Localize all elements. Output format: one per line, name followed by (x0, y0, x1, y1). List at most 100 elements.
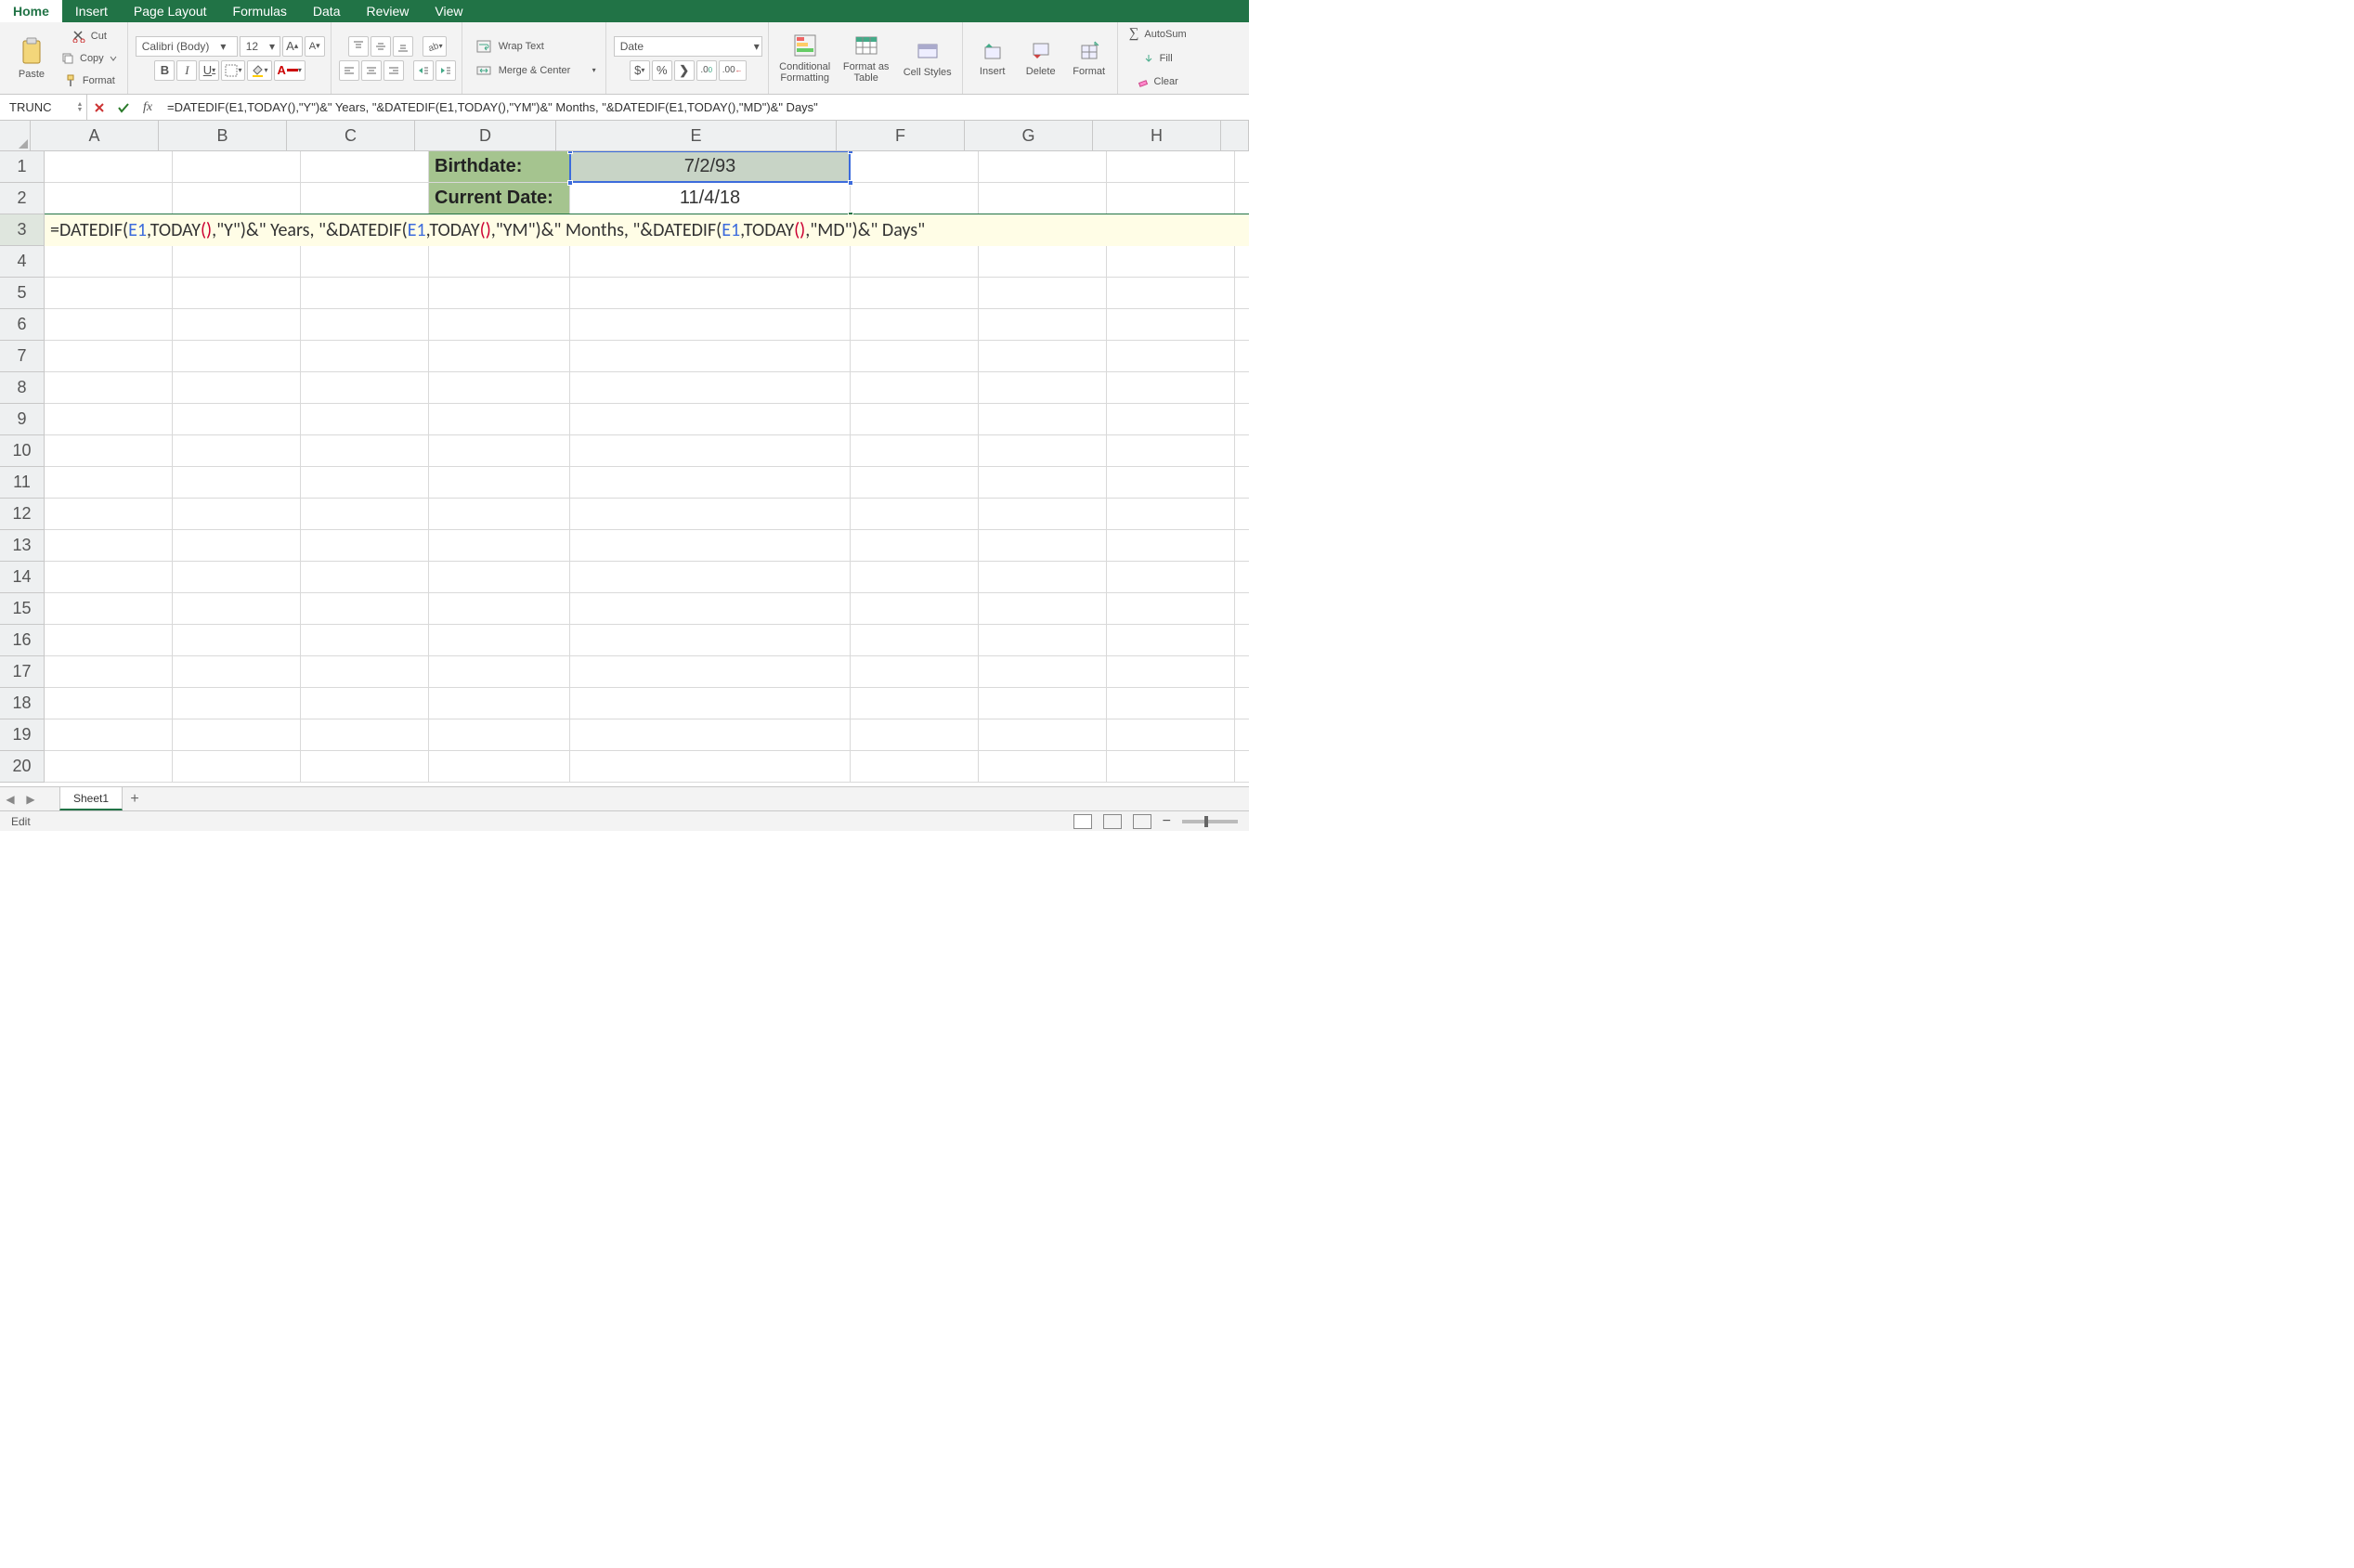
cell-I11[interactable] (1235, 467, 1249, 499)
cell-F1[interactable] (851, 151, 979, 183)
cell-F7[interactable] (851, 341, 979, 372)
cell-G4[interactable] (979, 246, 1107, 278)
cell-C12[interactable] (301, 499, 429, 530)
cell-C9[interactable] (301, 404, 429, 435)
cell-G16[interactable] (979, 625, 1107, 656)
cell-C2[interactable] (301, 183, 429, 214)
formula-input[interactable]: =DATEDIF(E1,TODAY(),"Y")&" Years, "&DATE… (160, 95, 1249, 120)
cell-B6[interactable] (173, 309, 301, 341)
cell-D1[interactable]: Birthdate: (429, 151, 570, 183)
cell-D19[interactable] (429, 719, 570, 751)
sheet-tab[interactable]: Sheet1 (59, 787, 123, 810)
cell-F19[interactable] (851, 719, 979, 751)
cell-E4[interactable] (570, 246, 851, 278)
row-header-1[interactable]: 1 (0, 151, 45, 183)
borders-button[interactable]: ▾ (221, 60, 245, 81)
cell-C13[interactable] (301, 530, 429, 562)
tab-home[interactable]: Home (0, 0, 62, 22)
cell-B11[interactable] (173, 467, 301, 499)
cell-G19[interactable] (979, 719, 1107, 751)
cell-E17[interactable] (570, 656, 851, 688)
cell-B2[interactable] (173, 183, 301, 214)
tab-data[interactable]: Data (300, 0, 354, 22)
cell-G11[interactable] (979, 467, 1107, 499)
cell-B8[interactable] (173, 372, 301, 404)
cell-H15[interactable] (1107, 593, 1235, 625)
cell-B7[interactable] (173, 341, 301, 372)
cell-H10[interactable] (1107, 435, 1235, 467)
cell-F18[interactable] (851, 688, 979, 719)
cell-G5[interactable] (979, 278, 1107, 309)
font-name-combo[interactable]: Calibri (Body) ▾ (136, 36, 238, 57)
row-header-17[interactable]: 17 (0, 656, 45, 688)
cell-C15[interactable] (301, 593, 429, 625)
cell-B18[interactable] (173, 688, 301, 719)
cell-F11[interactable] (851, 467, 979, 499)
italic-button[interactable]: I (176, 60, 197, 81)
cell-B4[interactable] (173, 246, 301, 278)
cell-H17[interactable] (1107, 656, 1235, 688)
cell-B19[interactable] (173, 719, 301, 751)
row-header-19[interactable]: 19 (0, 719, 45, 751)
cell-G8[interactable] (979, 372, 1107, 404)
cell-G15[interactable] (979, 593, 1107, 625)
cell-D4[interactable] (429, 246, 570, 278)
cell-F13[interactable] (851, 530, 979, 562)
row-header-20[interactable]: 20 (0, 751, 45, 783)
paste-button[interactable]: Paste (9, 25, 54, 92)
cell-A18[interactable] (45, 688, 173, 719)
cell-E14[interactable] (570, 562, 851, 593)
cell-H6[interactable] (1107, 309, 1235, 341)
delete-cells-button[interactable]: Delete (1019, 25, 1063, 92)
cell-E15[interactable] (570, 593, 851, 625)
cell-E16[interactable] (570, 625, 851, 656)
cell-H1[interactable] (1107, 151, 1235, 183)
cell-C19[interactable] (301, 719, 429, 751)
align-bottom-button[interactable] (393, 36, 413, 57)
cell-E7[interactable] (570, 341, 851, 372)
cell-I5[interactable] (1235, 278, 1249, 309)
cell-D13[interactable] (429, 530, 570, 562)
currency-button[interactable]: $▾ (630, 60, 650, 81)
cell-I20[interactable] (1235, 751, 1249, 783)
row-header-5[interactable]: 5 (0, 278, 45, 309)
cell-A9[interactable] (45, 404, 173, 435)
tab-view[interactable]: View (422, 0, 475, 22)
row-header-6[interactable]: 6 (0, 309, 45, 341)
align-center-button[interactable] (361, 60, 382, 81)
cell-B16[interactable] (173, 625, 301, 656)
row-header-10[interactable]: 10 (0, 435, 45, 467)
cell-D14[interactable] (429, 562, 570, 593)
cell-E20[interactable] (570, 751, 851, 783)
cell-D7[interactable] (429, 341, 570, 372)
cut-button[interactable]: Cut (58, 26, 122, 46)
cell-E18[interactable] (570, 688, 851, 719)
increase-decimal-button[interactable]: .00 (696, 60, 717, 81)
cell-I9[interactable] (1235, 404, 1249, 435)
cell-C5[interactable] (301, 278, 429, 309)
row-header-16[interactable]: 16 (0, 625, 45, 656)
cell-D16[interactable] (429, 625, 570, 656)
row-header-15[interactable]: 15 (0, 593, 45, 625)
cell-B5[interactable] (173, 278, 301, 309)
cell-C18[interactable] (301, 688, 429, 719)
col-header-G[interactable]: G (965, 121, 1093, 151)
grid-body[interactable]: Birthdate:7/2/93Current Date:11/4/18=DAT… (45, 151, 1249, 786)
format-as-table-button[interactable]: Format as Table (838, 25, 895, 92)
row-header-4[interactable]: 4 (0, 246, 45, 278)
cell-G10[interactable] (979, 435, 1107, 467)
align-right-button[interactable] (384, 60, 404, 81)
cell-I16[interactable] (1235, 625, 1249, 656)
cell-D5[interactable] (429, 278, 570, 309)
cell-I18[interactable] (1235, 688, 1249, 719)
cell-E10[interactable] (570, 435, 851, 467)
col-header-F[interactable]: F (837, 121, 965, 151)
cell-H19[interactable] (1107, 719, 1235, 751)
cell-C8[interactable] (301, 372, 429, 404)
row-header-3[interactable]: 3 (0, 214, 45, 246)
tab-page-layout[interactable]: Page Layout (121, 0, 220, 22)
cell-H11[interactable] (1107, 467, 1235, 499)
tab-insert[interactable]: Insert (62, 0, 121, 22)
cell-H16[interactable] (1107, 625, 1235, 656)
cell-G18[interactable] (979, 688, 1107, 719)
